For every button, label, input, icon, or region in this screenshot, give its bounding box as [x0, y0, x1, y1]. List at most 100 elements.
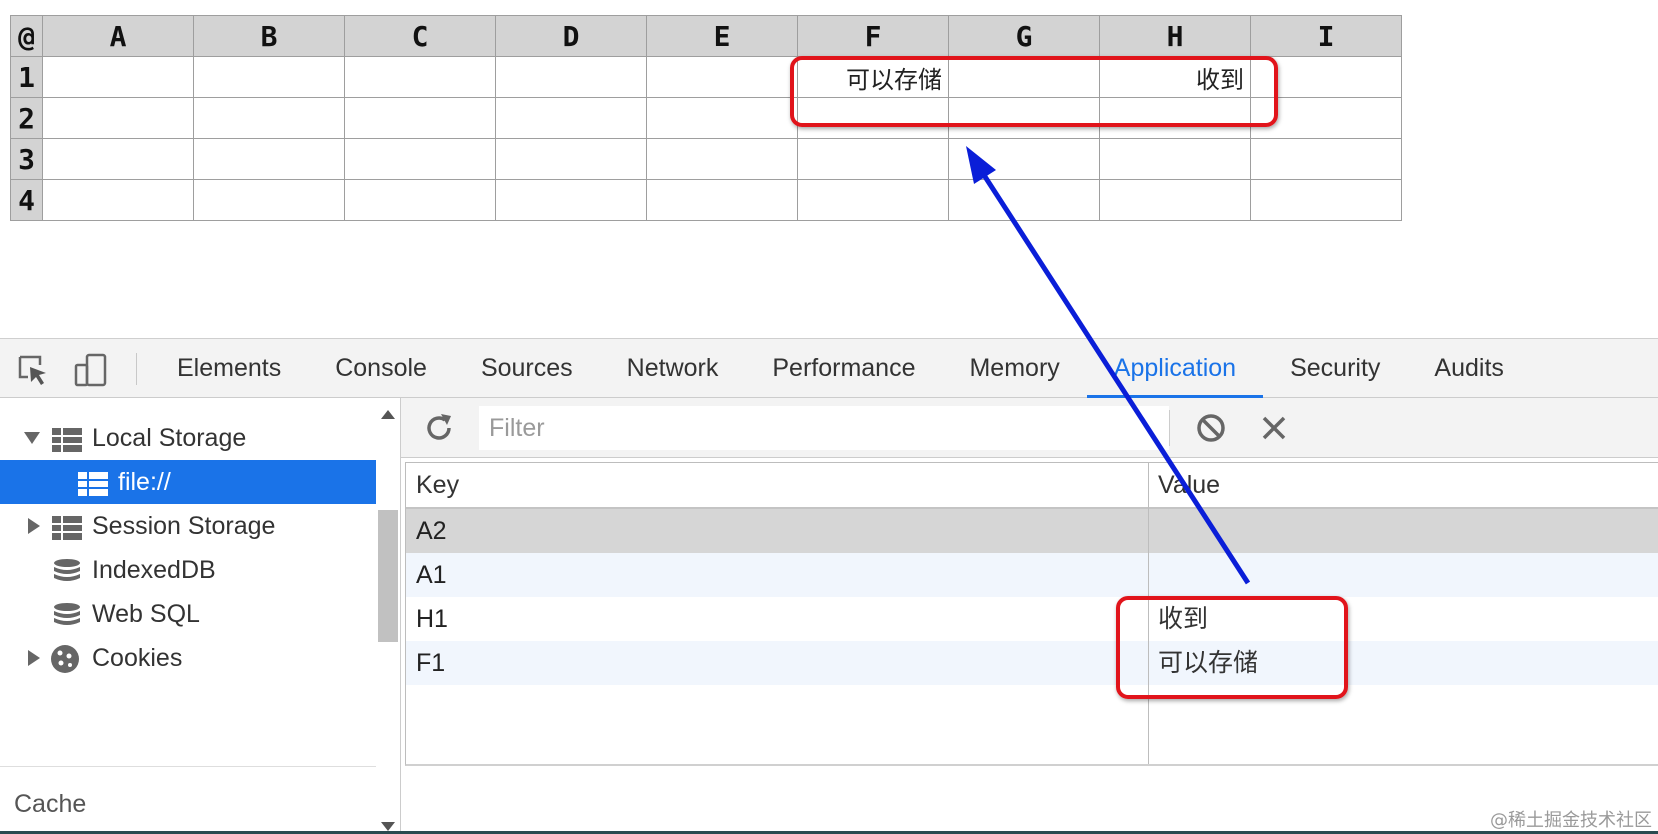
- filter-input[interactable]: [479, 406, 1169, 450]
- sheet-cell-c1[interactable]: [344, 56, 496, 98]
- scroll-up-arrow-icon[interactable]: [381, 410, 395, 419]
- sheet-column-header-i[interactable]: I: [1250, 15, 1402, 57]
- sidebar-item-label: file://: [118, 468, 171, 496]
- sheet-cell-a4[interactable]: [42, 179, 194, 221]
- sheet-cell-b2[interactable]: [193, 97, 345, 139]
- sheet-cell-g4[interactable]: [948, 179, 1100, 221]
- sheet-cell-e2[interactable]: [646, 97, 798, 139]
- sheet-column-header-d[interactable]: D: [495, 15, 647, 57]
- sheet-cell-b3[interactable]: [193, 138, 345, 180]
- table-row[interactable]: A1: [406, 553, 1658, 597]
- sheet-cell-c2[interactable]: [344, 97, 496, 139]
- storage-table-icon: [78, 468, 108, 496]
- sheet-cell-e3[interactable]: [646, 138, 798, 180]
- sheet-column-header-c[interactable]: C: [344, 15, 496, 57]
- sheet-cell-d4[interactable]: [495, 179, 647, 221]
- application-sidebar: Local Storage file:// Session Storage In…: [0, 398, 401, 834]
- table-row[interactable]: A2: [406, 509, 1658, 553]
- sheet-row-header[interactable]: 1: [10, 56, 43, 98]
- sheet-cell-e4[interactable]: [646, 179, 798, 221]
- sheet-cell-f4[interactable]: [797, 179, 949, 221]
- sheet-cell-i3[interactable]: [1250, 138, 1402, 180]
- sheet-row: 4: [10, 179, 1402, 221]
- sheet-row-header[interactable]: 3: [10, 138, 43, 180]
- sheet-row: 3: [10, 138, 1402, 180]
- sheet-cell-e1[interactable]: [646, 56, 798, 98]
- storage-view: Key Value A2 A1 H1 收到 F1 可以存储: [401, 398, 1658, 834]
- sheet-cell-d1[interactable]: [495, 56, 647, 98]
- tab-network[interactable]: Network: [600, 339, 746, 398]
- devtools-tab-bar: Elements Console Sources Network Perform…: [0, 338, 1658, 398]
- sidebar-item-file-origin[interactable]: file://: [0, 460, 376, 504]
- cookie-icon: [50, 644, 80, 673]
- grid-header-value[interactable]: Value: [1148, 463, 1220, 507]
- sheet-cell-d3[interactable]: [495, 138, 647, 180]
- sheet-cell-g3[interactable]: [948, 138, 1100, 180]
- sheet-cell-b1[interactable]: [193, 56, 345, 98]
- grid-header-key[interactable]: Key: [406, 463, 459, 507]
- row-key: H1: [416, 605, 448, 633]
- sheet-row-header[interactable]: 2: [10, 97, 43, 139]
- scroll-down-arrow-icon[interactable]: [381, 822, 395, 831]
- tab-console[interactable]: Console: [308, 339, 454, 398]
- tab-sources[interactable]: Sources: [454, 339, 600, 398]
- sheet-row-header[interactable]: 4: [10, 179, 43, 221]
- table-row[interactable]: F1 可以存储: [406, 641, 1658, 685]
- expand-arrow-icon[interactable]: [28, 650, 40, 666]
- sidebar-item-label: IndexedDB: [92, 556, 216, 584]
- sheet-header-row: @ A B C D E F G H I: [10, 15, 1402, 57]
- sheet-cell-f3[interactable]: [797, 138, 949, 180]
- row-key: A1: [416, 561, 447, 589]
- sheet-cell-a2[interactable]: [42, 97, 194, 139]
- sheet-column-header-e[interactable]: E: [646, 15, 798, 57]
- sheet-cell-c4[interactable]: [344, 179, 496, 221]
- sheet-column-header-h[interactable]: H: [1099, 15, 1251, 57]
- clear-all-icon[interactable]: [1195, 412, 1227, 444]
- database-icon: [52, 556, 82, 584]
- tab-elements[interactable]: Elements: [150, 339, 308, 398]
- inspect-element-icon[interactable]: [16, 353, 50, 387]
- sheet-column-header-g[interactable]: G: [948, 15, 1100, 57]
- sheet-cell-b4[interactable]: [193, 179, 345, 221]
- tab-security[interactable]: Security: [1263, 339, 1407, 398]
- storage-table-icon: [52, 512, 82, 540]
- tab-performance[interactable]: Performance: [745, 339, 942, 398]
- delete-selected-icon[interactable]: [1259, 413, 1289, 443]
- storage-toolbar: [401, 398, 1658, 458]
- storage-data-grid: Key Value A2 A1 H1 收到 F1 可以存储: [405, 462, 1658, 766]
- sidebar-item-cookies[interactable]: Cookies: [0, 636, 376, 680]
- refresh-icon[interactable]: [423, 412, 455, 444]
- sheet-column-header-f[interactable]: F: [797, 15, 949, 57]
- expand-arrow-icon[interactable]: [28, 518, 40, 534]
- expand-arrow-icon[interactable]: [24, 432, 40, 444]
- tab-memory[interactable]: Memory: [942, 339, 1086, 398]
- sheet-cell-h4[interactable]: [1099, 179, 1251, 221]
- sidebar-item-web-sql[interactable]: Web SQL: [0, 592, 376, 636]
- sidebar-section-cache: Cache: [14, 790, 87, 818]
- sheet-corner-cell[interactable]: @: [10, 15, 43, 57]
- devtools-panel: Elements Console Sources Network Perform…: [0, 338, 1658, 834]
- toolbar-separator: [1169, 410, 1170, 446]
- device-toolbar-icon[interactable]: [74, 353, 108, 387]
- annotation-box-spreadsheet: [790, 56, 1278, 127]
- sheet-cell-i4[interactable]: [1250, 179, 1402, 221]
- tab-application[interactable]: Application: [1086, 339, 1264, 398]
- sheet-cell-d2[interactable]: [495, 97, 647, 139]
- sidebar-item-session-storage[interactable]: Session Storage: [0, 504, 376, 548]
- sheet-column-header-b[interactable]: B: [193, 15, 345, 57]
- sidebar-divider: [0, 766, 376, 767]
- tab-bar-separator: [136, 353, 137, 385]
- sheet-cell-h3[interactable]: [1099, 138, 1251, 180]
- sidebar-scrollbar-thumb[interactable]: [378, 510, 398, 642]
- sheet-cell-a1[interactable]: [42, 56, 194, 98]
- sidebar-item-indexeddb[interactable]: IndexedDB: [0, 548, 376, 592]
- sheet-cell-a3[interactable]: [42, 138, 194, 180]
- sidebar-item-local-storage[interactable]: Local Storage: [0, 416, 376, 460]
- table-row[interactable]: H1 收到: [406, 597, 1658, 641]
- row-key: F1: [416, 649, 446, 677]
- sheet-cell-c3[interactable]: [344, 138, 496, 180]
- tab-audits[interactable]: Audits: [1407, 339, 1530, 398]
- sidebar-item-label: Web SQL: [92, 600, 200, 628]
- row-key: A2: [416, 517, 447, 545]
- sheet-column-header-a[interactable]: A: [42, 15, 194, 57]
